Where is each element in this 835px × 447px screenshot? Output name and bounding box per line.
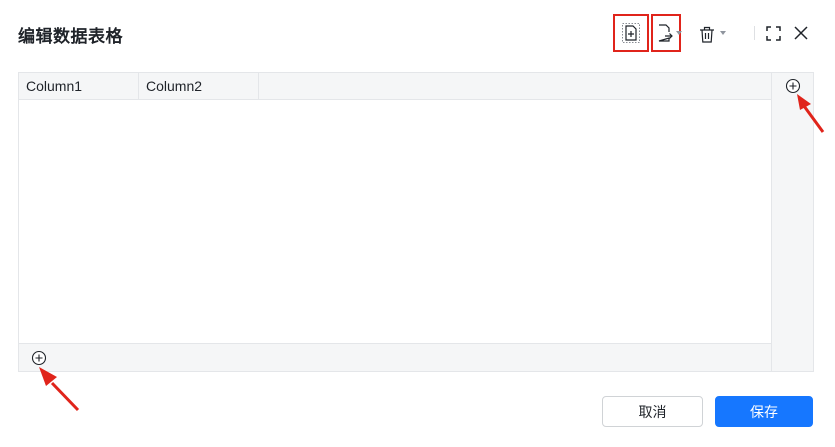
import-file-icon <box>622 23 640 43</box>
trash-icon <box>700 26 714 43</box>
data-table: Column1 Column2 <box>18 72 814 372</box>
export-caret-icon[interactable] <box>676 31 682 35</box>
fullscreen-icon <box>765 25 781 41</box>
close-icon <box>794 26 808 40</box>
toolbar-divider <box>754 26 755 40</box>
close-button[interactable] <box>792 24 810 42</box>
table-body <box>19 100 771 343</box>
cancel-button[interactable]: 取消 <box>602 396 703 427</box>
save-button[interactable]: 保存 <box>715 396 813 427</box>
import-file-button[interactable] <box>619 20 643 46</box>
column-header-1[interactable]: Column1 <box>19 73 139 99</box>
column-header-2[interactable]: Column2 <box>139 73 259 99</box>
add-row-strip <box>19 343 771 371</box>
annotation-arrow-right <box>797 94 825 133</box>
add-row-icon[interactable] <box>31 350 47 366</box>
export-file-button[interactable] <box>655 22 675 44</box>
fullscreen-button[interactable] <box>764 24 782 42</box>
dialog-title: 编辑数据表格 <box>18 27 123 47</box>
annotation-arrow-bottom <box>39 367 80 412</box>
delete-button[interactable] <box>697 24 717 44</box>
delete-caret-icon[interactable] <box>720 31 726 35</box>
export-file-icon <box>658 24 673 42</box>
table-header-row: Column1 Column2 <box>19 73 771 100</box>
